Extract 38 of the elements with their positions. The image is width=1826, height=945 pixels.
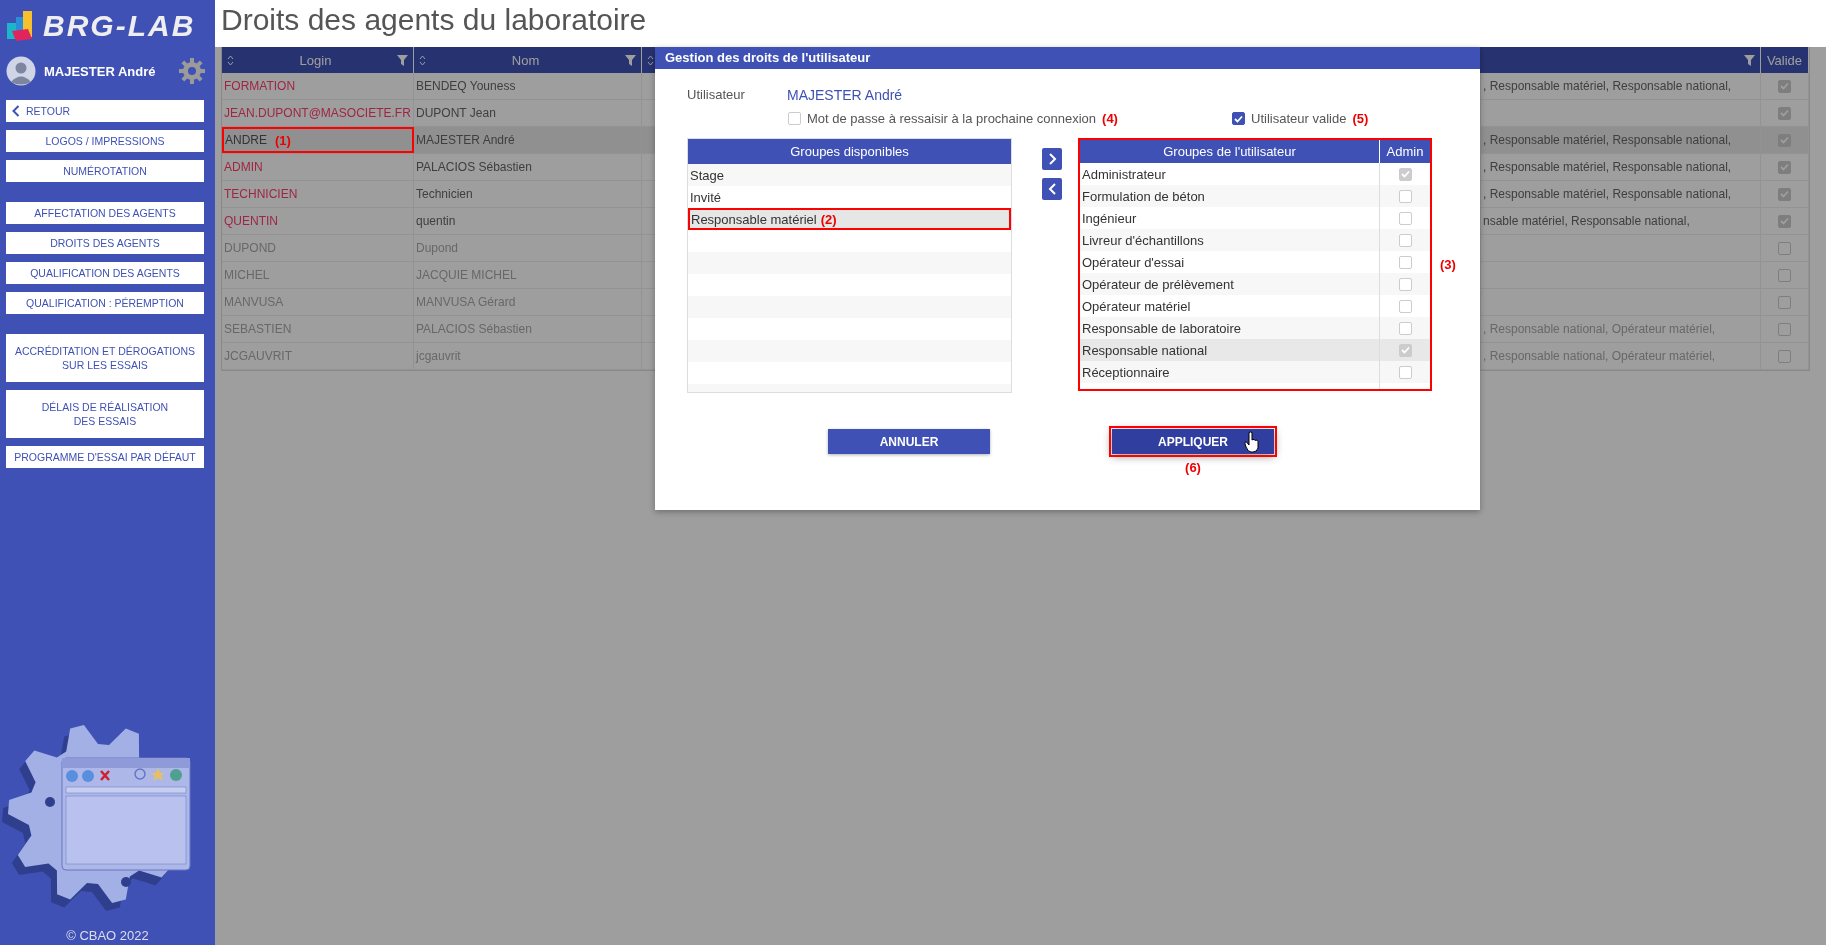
annotation-label: (5) bbox=[1352, 111, 1369, 126]
table-cell: BENDEQ Youness bbox=[414, 73, 642, 99]
logo-text: BRG-LAB bbox=[43, 8, 196, 44]
login-text: JEAN.DUPONT@MASOCIETE.FR bbox=[224, 106, 411, 120]
field-label: Utilisateur bbox=[687, 87, 746, 103]
table-cell: , Responsable matériel, Responsable national, bbox=[1481, 154, 1761, 180]
annotation-label: (4) bbox=[1102, 111, 1118, 126]
login-text: ANDRE bbox=[225, 133, 267, 147]
list-header: Groupes disponibles bbox=[688, 139, 1011, 164]
table-cell: Technicien bbox=[414, 181, 642, 207]
field-value: MAJESTER André bbox=[787, 87, 903, 103]
login-text: FORMATION bbox=[224, 79, 296, 93]
table-cell: MAJESTER André bbox=[414, 127, 642, 153]
login-text: QUENTIN bbox=[224, 214, 278, 228]
annotation-label: (6) bbox=[1185, 460, 1201, 475]
column-header: Groupes de l'utilisateur bbox=[1080, 140, 1380, 163]
table-cell: DUPONT Jean bbox=[414, 100, 642, 126]
annotation-label: (2) bbox=[820, 211, 837, 227]
header-label: Nom bbox=[510, 52, 541, 68]
annotation-label: (3) bbox=[1440, 257, 1456, 272]
table-cell: PALACIOS Sébastien bbox=[414, 154, 642, 180]
annotation-label: (1) bbox=[275, 132, 291, 148]
user-name: MAJESTER André bbox=[44, 63, 157, 79]
table-cell: nsable matériel, Responsable national, bbox=[1481, 208, 1761, 234]
login-text: TECHNICIEN bbox=[224, 187, 298, 201]
table-cell: , Responsable matériel, Responsable national, bbox=[1481, 73, 1761, 99]
table-cell: quentin bbox=[414, 208, 642, 234]
checkbox-label: Utilisateur valide bbox=[1251, 111, 1347, 126]
page-title: Droits des agents du laboratoire bbox=[220, 2, 648, 38]
dialog-title: Gestion des droits de l'utilisateur bbox=[655, 47, 1480, 69]
table-cell: , Responsable matériel, Responsable national, bbox=[1481, 127, 1761, 153]
column-header: Admin bbox=[1380, 140, 1430, 163]
copyright-text: © CBAO 2022 bbox=[66, 928, 149, 943]
header-label: Login bbox=[298, 52, 333, 68]
header-label: Valide bbox=[1766, 52, 1803, 68]
checkbox-label: Mot de passe à ressaisir à la prochaine connexion bbox=[807, 111, 1097, 126]
login-text: ADMIN bbox=[224, 160, 263, 174]
table-cell: , Responsable matériel, Responsable national, bbox=[1481, 181, 1761, 207]
